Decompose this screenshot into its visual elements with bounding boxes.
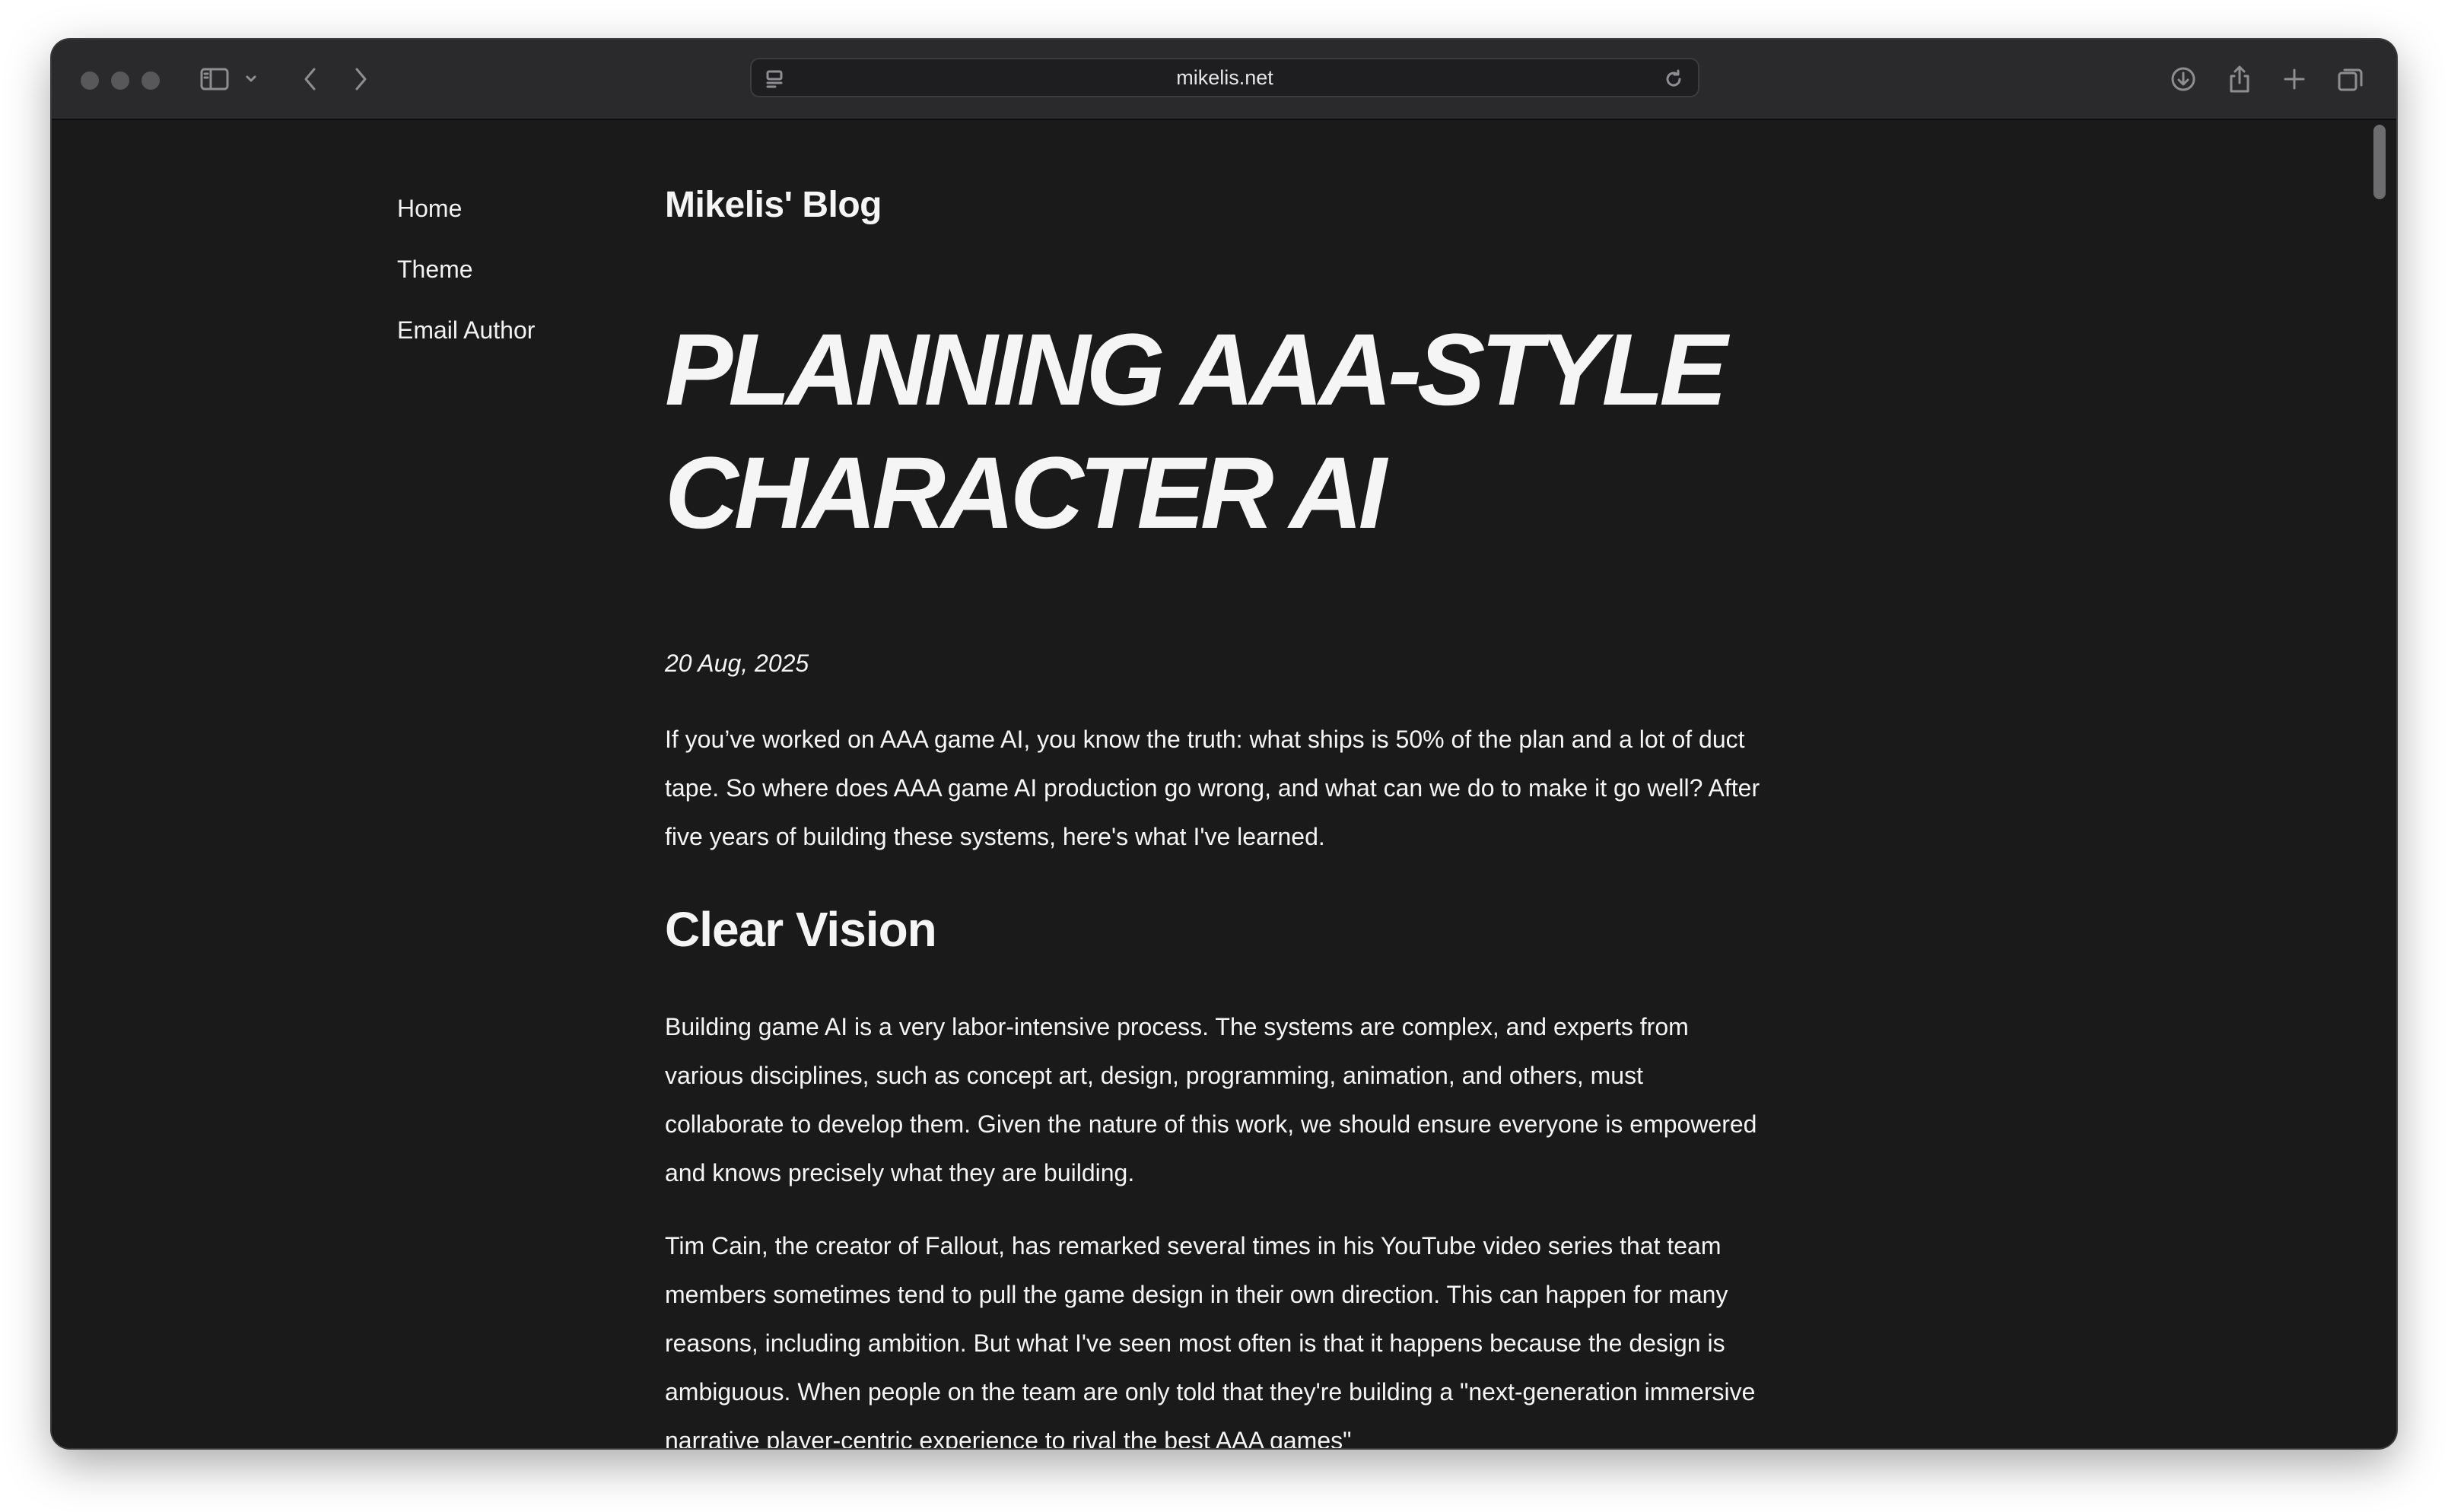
nav-theme-link[interactable]: Theme bbox=[397, 254, 535, 315]
minimize-window-button[interactable] bbox=[111, 71, 129, 90]
forward-icon[interactable] bbox=[345, 61, 376, 97]
nav-home-link[interactable]: Home bbox=[397, 193, 535, 254]
url-text[interactable]: mikelis.net bbox=[752, 59, 1698, 96]
sidebar-icon[interactable] bbox=[196, 61, 233, 97]
browser-toolbar: mikelis.net bbox=[52, 40, 2396, 120]
section-heading: Clear Vision bbox=[665, 902, 937, 957]
site-nav: Home Theme Email Author bbox=[397, 193, 535, 376]
zoom-window-button[interactable] bbox=[141, 71, 160, 90]
scrollbar[interactable] bbox=[2373, 125, 2386, 199]
share-icon[interactable] bbox=[2224, 61, 2255, 97]
nav-email-author-link[interactable]: Email Author bbox=[397, 315, 535, 376]
reload-icon[interactable] bbox=[1658, 61, 1689, 97]
new-tab-icon[interactable] bbox=[2279, 61, 2310, 97]
chevron-down-icon[interactable] bbox=[243, 61, 259, 97]
browser-window: mikelis.net Home Theme Email Author Mike… bbox=[52, 40, 2396, 1448]
blog-title[interactable]: Mikelis' Blog bbox=[665, 181, 1776, 230]
intro-paragraph: If you’ve worked on AAA game AI, you kno… bbox=[665, 726, 1760, 850]
address-bar[interactable]: mikelis.net bbox=[750, 58, 1699, 97]
download-icon[interactable] bbox=[2167, 61, 2200, 97]
close-window-button[interactable] bbox=[81, 71, 99, 90]
article: Mikelis' Blog Planning AAA-Style Charact… bbox=[665, 181, 1776, 1448]
post-date: 20 Aug, 2025 bbox=[665, 650, 809, 677]
page-content: Home Theme Email Author Mikelis' Blog Pl… bbox=[52, 120, 2396, 1448]
post-title: Planning AAA-Style Character AI bbox=[665, 313, 1728, 550]
body-paragraph-1: Building game AI is a very labor-intensi… bbox=[665, 1013, 1757, 1186]
tabs-overview-icon[interactable] bbox=[2334, 61, 2367, 97]
back-icon[interactable] bbox=[295, 61, 326, 97]
body-paragraph-2: Tim Cain, the creator of Fallout, has re… bbox=[665, 1232, 1756, 1448]
